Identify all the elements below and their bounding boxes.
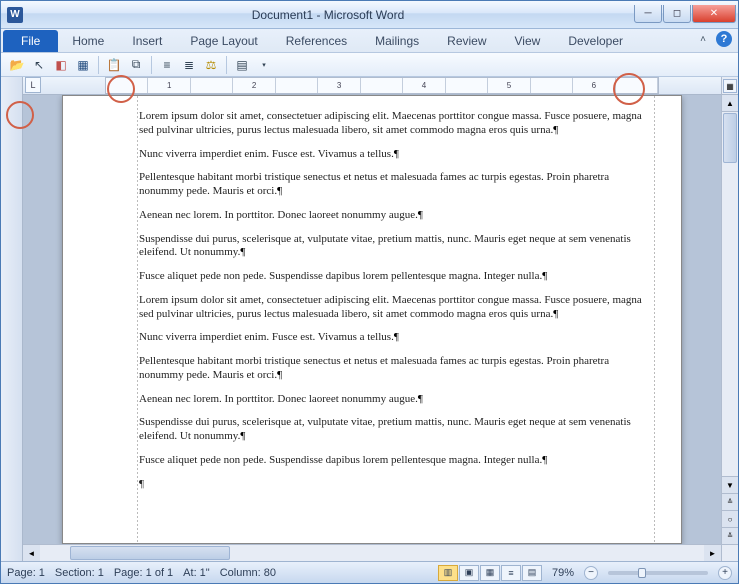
open-icon[interactable]: 📂	[7, 55, 27, 75]
scroll-down-arrow-icon[interactable]: ▼	[722, 476, 738, 493]
dropdown-icon[interactable]: ▾	[254, 55, 274, 75]
word-app-icon: W	[7, 7, 23, 23]
paragraph[interactable]: Aenean nec lorem. In porttitor. Donec la…	[139, 393, 653, 407]
vscroll-thumb[interactable]	[723, 113, 737, 163]
ruler-tick	[191, 78, 233, 93]
ruler-tick	[361, 78, 403, 93]
ribbon-tab-view[interactable]: View	[501, 30, 555, 52]
ribbon-tab-developer[interactable]: Developer	[554, 30, 637, 52]
ribbon-tab-references[interactable]: References	[272, 30, 361, 52]
ribbon-tab-home[interactable]: Home	[58, 30, 118, 52]
document-area: L 1 2 3 4 5 6	[1, 77, 738, 561]
ruler-tick	[446, 78, 488, 93]
horizontal-ruler[interactable]: L 1 2 3 4 5 6	[23, 77, 721, 95]
ribbon-tab-review[interactable]: Review	[433, 30, 500, 52]
ruler-tick: 2	[233, 78, 275, 93]
scroll-right-arrow-icon[interactable]: ►	[704, 545, 721, 561]
page-layout-icon[interactable]: ▤	[232, 55, 252, 75]
left-margin-guide	[137, 96, 138, 543]
zoom-out-button[interactable]: −	[584, 566, 598, 580]
ruler-tick	[276, 78, 318, 93]
zoom-slider[interactable]	[608, 571, 708, 575]
minimize-button[interactable]: ─	[634, 5, 662, 23]
file-tab[interactable]: File	[3, 30, 58, 52]
horizontal-scrollbar[interactable]: ◄ ►	[23, 544, 721, 561]
web-layout-view-button[interactable]: ▦	[480, 565, 500, 581]
status-at[interactable]: At: 1"	[183, 567, 210, 579]
status-bar: Page: 1 Section: 1 Page: 1 of 1 At: 1" C…	[1, 561, 738, 583]
ruler-tick: 3	[318, 78, 360, 93]
paragraph[interactable]: Aenean nec lorem. In porttitor. Donec la…	[139, 209, 653, 223]
draft-view-button[interactable]: ▤	[522, 565, 542, 581]
title-bar[interactable]: W Document1 - Microsoft Word ─ ◻ ✕	[1, 1, 738, 29]
paragraph[interactable]: Fusce aliquet pede non pede. Suspendisse…	[139, 270, 653, 284]
toolbar-separator	[98, 56, 99, 74]
ruler-tick: 5	[488, 78, 530, 93]
ruler-tick: 6	[573, 78, 615, 93]
paste-icon[interactable]: 📋	[104, 55, 124, 75]
hscroll-track[interactable]	[40, 545, 704, 561]
paragraph[interactable]: ¶	[139, 478, 653, 492]
ribbon-tab-mailings[interactable]: Mailings	[361, 30, 433, 52]
ruler-toggle-icon[interactable]: ▦	[723, 79, 737, 93]
help-button[interactable]: ?	[716, 31, 732, 47]
collapse-ribbon-button[interactable]: ˄	[696, 32, 710, 46]
status-section[interactable]: Section: 1	[55, 567, 104, 579]
status-page-of[interactable]: Page: 1 of 1	[114, 567, 173, 579]
ruler-tick: 1	[148, 78, 190, 93]
ribbon-tab-strip: File Home Insert Page Layout References …	[1, 29, 738, 53]
toolbar-separator	[226, 56, 227, 74]
paragraph[interactable]: Suspendisse dui purus, scelerisque at, v…	[139, 416, 653, 444]
toolbar-separator	[151, 56, 152, 74]
ruler-tick	[531, 78, 573, 93]
zoom-slider-thumb[interactable]	[638, 568, 646, 578]
balance-icon[interactable]: ⚖	[201, 55, 221, 75]
scroll-left-arrow-icon[interactable]: ◄	[23, 545, 40, 561]
vertical-ruler[interactable]	[1, 77, 23, 561]
ruler-tick	[616, 78, 658, 93]
scroll-up-arrow-icon[interactable]: ▲	[722, 95, 738, 112]
align-left-icon[interactable]: ≡	[157, 55, 177, 75]
paragraph[interactable]: Lorem ipsum dolor sit amet, consectetuer…	[139, 294, 653, 322]
close-button[interactable]: ✕	[692, 5, 736, 23]
select-arrow-icon[interactable]: ↖	[29, 55, 49, 75]
outline-view-button[interactable]: ≡	[501, 565, 521, 581]
window-title: Document1 - Microsoft Word	[23, 8, 633, 22]
status-column[interactable]: Column: 80	[220, 567, 276, 579]
document-page[interactable]: Lorem ipsum dolor sit amet, consectetuer…	[62, 95, 682, 544]
tab-stop-selector[interactable]: L	[25, 77, 41, 93]
status-page[interactable]: Page: 1	[7, 567, 45, 579]
browse-object-icon[interactable]: ○	[722, 510, 738, 527]
paragraph[interactable]: Pellentesque habitant morbi tristique se…	[139, 171, 653, 199]
view-mode-buttons: ▥ ▣ ▦ ≡ ▤	[438, 565, 542, 581]
paragraph[interactable]: Fusce aliquet pede non pede. Suspendisse…	[139, 454, 653, 468]
hscroll-thumb[interactable]	[70, 546, 230, 560]
paragraph[interactable]: Pellentesque habitant morbi tristique se…	[139, 355, 653, 383]
paragraph[interactable]: Nunc viverra imperdiet enim. Fusce est. …	[139, 331, 653, 345]
vscroll-track[interactable]	[722, 164, 738, 476]
copy-icon[interactable]: ⧉	[126, 55, 146, 75]
right-margin-guide	[654, 96, 655, 543]
navigation-pane-icon[interactable]: ◧	[51, 55, 71, 75]
ruler-tick: 4	[403, 78, 445, 93]
ribbon-tab-insert[interactable]: Insert	[118, 30, 176, 52]
insert-table-icon[interactable]: ▦	[73, 55, 93, 75]
paragraph[interactable]: Suspendisse dui purus, scelerisque at, v…	[139, 233, 653, 261]
vertical-scrollbar[interactable]: ▲ ▼ ≙ ○ ≚	[721, 95, 738, 544]
quick-toolbar: 📂 ↖ ◧ ▦ 📋 ⧉ ≡ ≣ ⚖ ▤ ▾	[1, 53, 738, 77]
ruler-tick	[106, 78, 148, 93]
paragraph[interactable]: Lorem ipsum dolor sit amet, consectetuer…	[139, 110, 653, 138]
zoom-in-button[interactable]: +	[718, 566, 732, 580]
full-screen-view-button[interactable]: ▣	[459, 565, 479, 581]
previous-page-icon[interactable]: ≙	[722, 493, 738, 510]
paragraph[interactable]: Nunc viverra imperdiet enim. Fusce est. …	[139, 148, 653, 162]
print-layout-view-button[interactable]: ▥	[438, 565, 458, 581]
page-viewport[interactable]: Lorem ipsum dolor sit amet, consectetuer…	[23, 95, 721, 544]
ribbon-tab-page-layout[interactable]: Page Layout	[176, 30, 271, 52]
zoom-level[interactable]: 79%	[552, 567, 574, 579]
next-page-icon[interactable]: ≚	[722, 527, 738, 544]
align-center-icon[interactable]: ≣	[179, 55, 199, 75]
maximize-button[interactable]: ◻	[663, 5, 691, 23]
